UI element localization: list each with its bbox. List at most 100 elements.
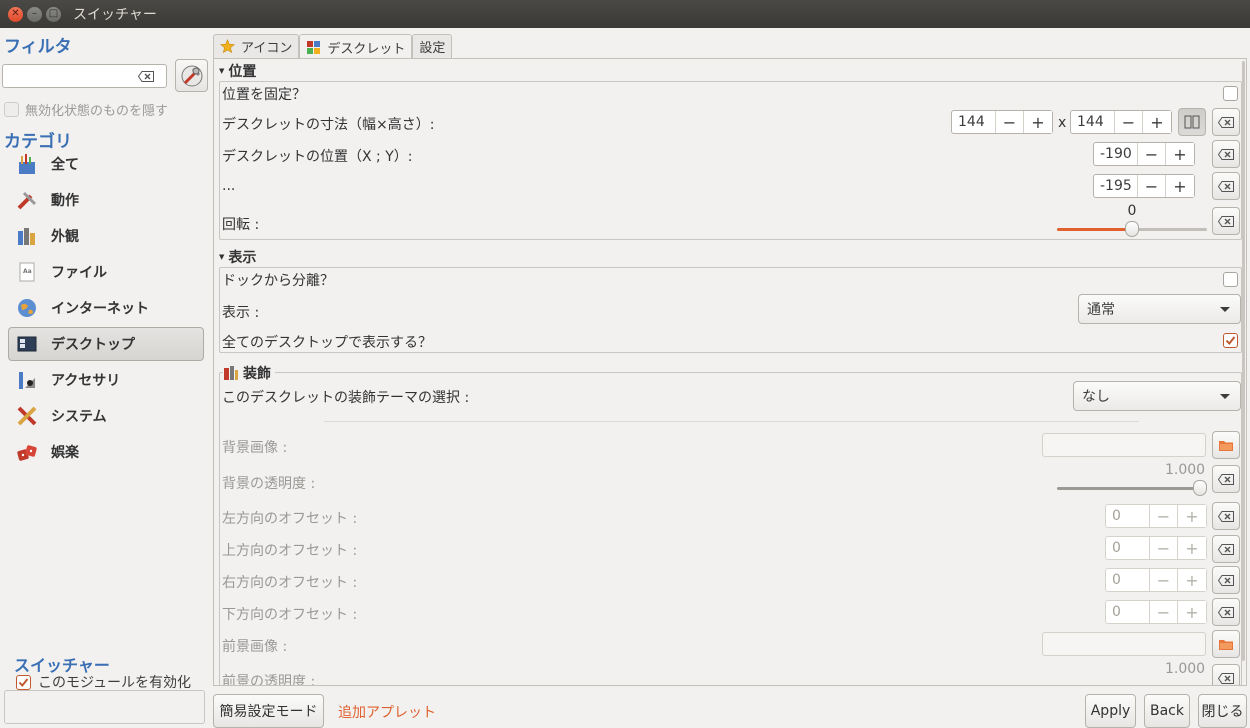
increment-icon[interactable]: + <box>1178 505 1206 527</box>
bottom-offset-spin[interactable]: 0 − + <box>1105 600 1207 624</box>
filter-title: フィルタ <box>4 37 72 57</box>
slider-handle[interactable] <box>1193 480 1207 496</box>
scrollbar[interactable] <box>1242 61 1245 661</box>
clear-icon[interactable] <box>138 71 154 82</box>
decrement-icon[interactable]: − <box>1150 537 1178 559</box>
increment-icon[interactable]: + <box>1178 537 1206 559</box>
back-button[interactable]: Back <box>1144 694 1190 728</box>
left-offset-value[interactable]: 0 <box>1106 505 1150 527</box>
reset-rotation-button[interactable] <box>1212 207 1240 235</box>
config-panel[interactable]: ▼ 位置 位置を固定？ デスクレットの寸法（幅×高さ）: 144 − + x 1… <box>213 58 1247 686</box>
increment-icon[interactable]: + <box>1024 111 1052 133</box>
clear-icon <box>1218 215 1234 227</box>
bg-image-input[interactable] <box>1042 433 1206 457</box>
reset-right-offset-button[interactable] <box>1212 566 1240 594</box>
all-desktops-checkbox[interactable] <box>1223 333 1238 348</box>
decrement-icon[interactable]: − <box>1150 601 1178 623</box>
right-offset-label: 右方向のオフセット : <box>222 575 358 591</box>
tab-desklet[interactable]: デスクレット <box>299 34 413 59</box>
add-applet-link[interactable]: 追加アプレット <box>338 702 436 722</box>
decrement-icon[interactable]: − <box>1138 175 1166 197</box>
hide-disabled-option[interactable]: 無効化状態のものを隠す <box>4 100 168 119</box>
window-title: スイッチャー <box>73 7 157 23</box>
detach-checkbox[interactable] <box>1223 272 1238 287</box>
visibility-select[interactable]: 通常 <box>1078 294 1241 324</box>
reset-top-offset-button[interactable] <box>1212 535 1240 563</box>
left-offset-spin[interactable]: 0 − + <box>1105 504 1207 528</box>
tab-settings[interactable]: 設定 <box>412 34 453 58</box>
decrement-icon[interactable]: − <box>1115 111 1143 133</box>
lock-position-checkbox[interactable] <box>1223 86 1238 101</box>
top-offset-value[interactable]: 0 <box>1106 537 1150 559</box>
increment-icon[interactable]: + <box>1178 601 1206 623</box>
decoration-header: 装飾 <box>223 363 275 383</box>
width-spin[interactable]: 144 − + <box>951 110 1053 134</box>
window-maximize-icon[interactable]: □ <box>46 6 61 22</box>
category-item-appearance[interactable]: 外観 <box>8 219 204 253</box>
bg-image-browse-button[interactable] <box>1212 431 1240 459</box>
deco-theme-select[interactable]: なし <box>1073 381 1241 411</box>
window-minimize-icon[interactable]: – <box>27 6 42 22</box>
position-header[interactable]: ▼ 位置 <box>219 61 256 81</box>
x-position-spin[interactable]: -190 − + <box>1093 142 1195 166</box>
bg-image-label: 背景画像 : <box>222 440 288 456</box>
increment-icon[interactable]: + <box>1178 569 1206 591</box>
link-ratio-button[interactable] <box>1178 108 1206 136</box>
module-enable-checkbox[interactable] <box>16 674 31 690</box>
filter-options-button[interactable] <box>175 59 208 92</box>
display-header[interactable]: ▼ 表示 <box>219 247 256 267</box>
clear-icon <box>1218 574 1234 586</box>
reset-left-offset-button[interactable] <box>1212 502 1240 530</box>
x-value[interactable]: -190 <box>1094 143 1138 165</box>
width-value[interactable]: 144 <box>952 111 996 133</box>
decrement-icon[interactable]: − <box>1150 569 1178 591</box>
category-item-all[interactable]: 全て <box>8 147 204 181</box>
decrement-icon[interactable]: − <box>996 111 1024 133</box>
bottom-offset-value[interactable]: 0 <box>1106 601 1150 623</box>
category-item-files[interactable]: Aa ファイル <box>8 255 204 289</box>
reset-fg-alpha-button[interactable] <box>1212 664 1240 685</box>
y-position-spin[interactable]: -195 − + <box>1093 174 1195 198</box>
simple-mode-button[interactable]: 簡易設定モード <box>213 694 324 728</box>
close-button[interactable]: 閉じる <box>1198 694 1247 728</box>
right-offset-spin[interactable]: 0 − + <box>1105 568 1207 592</box>
increment-icon[interactable]: + <box>1143 111 1171 133</box>
apply-button[interactable]: Apply <box>1085 694 1136 728</box>
reset-bottom-offset-button[interactable] <box>1212 598 1240 626</box>
category-item-fun[interactable]: 娯楽 <box>8 435 204 469</box>
y-value[interactable]: -195 <box>1094 175 1138 197</box>
hide-disabled-checkbox[interactable] <box>4 102 19 117</box>
decrement-icon[interactable]: − <box>1150 505 1178 527</box>
category-item-system[interactable]: システム <box>8 399 204 433</box>
height-spin[interactable]: 144 − + <box>1070 110 1172 134</box>
module-enable-option[interactable]: このモジュールを有効化 <box>16 672 191 692</box>
category-item-accessories[interactable]: アクセサリ <box>8 363 204 397</box>
filter-input[interactable] <box>2 64 167 88</box>
svg-text:Aa: Aa <box>23 268 32 275</box>
category-item-behavior[interactable]: 動作 <box>8 183 204 217</box>
reset-x-button[interactable] <box>1212 140 1240 168</box>
rotation-label: 回転 : <box>222 217 260 233</box>
fg-image-browse-button[interactable] <box>1212 630 1240 658</box>
slider-handle[interactable] <box>1125 221 1139 237</box>
category-label: 動作 <box>51 193 79 209</box>
category-item-internet[interactable]: インターネット <box>8 291 204 325</box>
increment-icon[interactable]: + <box>1166 143 1194 165</box>
window-close-icon[interactable]: ✕ <box>8 6 23 22</box>
rotation-slider[interactable] <box>1057 220 1207 240</box>
tab-icons[interactable]: アイコン <box>213 34 300 58</box>
height-value[interactable]: 144 <box>1071 111 1115 133</box>
sidebar: フィルタ 無効化状態のものを隠す カテゴリ 全て 動作 外観 Aa ファイル イ… <box>0 28 212 728</box>
reset-size-button[interactable] <box>1212 108 1240 136</box>
decrement-icon[interactable]: − <box>1138 143 1166 165</box>
reset-y-button[interactable] <box>1212 172 1240 200</box>
fg-image-input[interactable] <box>1042 632 1206 656</box>
separator <box>324 421 1139 422</box>
bg-alpha-slider[interactable] <box>1057 479 1207 499</box>
reset-bg-alpha-button[interactable] <box>1212 465 1240 493</box>
increment-icon[interactable]: + <box>1166 175 1194 197</box>
right-offset-value[interactable]: 0 <box>1106 569 1150 591</box>
category-item-desktop[interactable]: デスクトップ <box>8 327 204 361</box>
top-offset-spin[interactable]: 0 − + <box>1105 536 1207 560</box>
left-offset-label: 左方向のオフセット : <box>222 511 358 527</box>
